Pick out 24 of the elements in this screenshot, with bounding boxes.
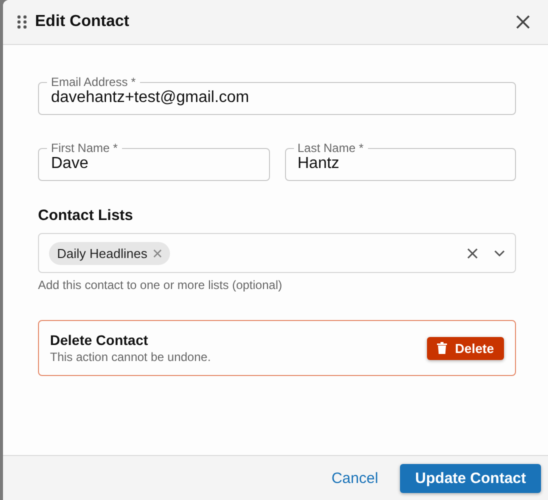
trash-icon bbox=[436, 342, 447, 354]
chip-label: Daily Headlines bbox=[57, 246, 148, 260]
input-value[interactable]: davehantz+test@gmail.com bbox=[51, 89, 503, 107]
email-field[interactable]: Email Address * davehantz+test@gmail.com bbox=[38, 75, 516, 115]
field-label: Email Address * bbox=[50, 75, 137, 89]
helper-text: Add this contact to one or more lists (optional) bbox=[38, 278, 284, 292]
dialog-title: Edit Contact bbox=[35, 13, 130, 31]
input-value[interactable]: Dave bbox=[51, 155, 256, 173]
update-contact-button[interactable]: Update Contact bbox=[400, 464, 541, 492]
chip-remove-button[interactable] bbox=[153, 248, 162, 258]
cancel-button[interactable]: Cancel bbox=[329, 464, 380, 492]
field-label: First Name * bbox=[50, 141, 119, 155]
last-name-field[interactable]: Last Name * Hantz bbox=[284, 141, 516, 181]
section-label: Contact Lists bbox=[38, 207, 134, 224]
delete-title: Delete Contact bbox=[50, 332, 150, 348]
delete-button[interactable]: Delete bbox=[426, 336, 504, 360]
clear-button[interactable] bbox=[467, 248, 478, 258]
input-value[interactable]: Hantz bbox=[298, 155, 503, 173]
delete-description: This action cannot be undone. bbox=[50, 350, 212, 364]
contact-lists-select[interactable]: Daily Headlines bbox=[38, 233, 516, 273]
dropdown-button[interactable] bbox=[494, 250, 505, 256]
field-label: Last Name * bbox=[296, 141, 365, 155]
first-name-field[interactable]: First Name * Dave bbox=[38, 141, 270, 181]
drag-handle-icon[interactable] bbox=[17, 15, 27, 29]
